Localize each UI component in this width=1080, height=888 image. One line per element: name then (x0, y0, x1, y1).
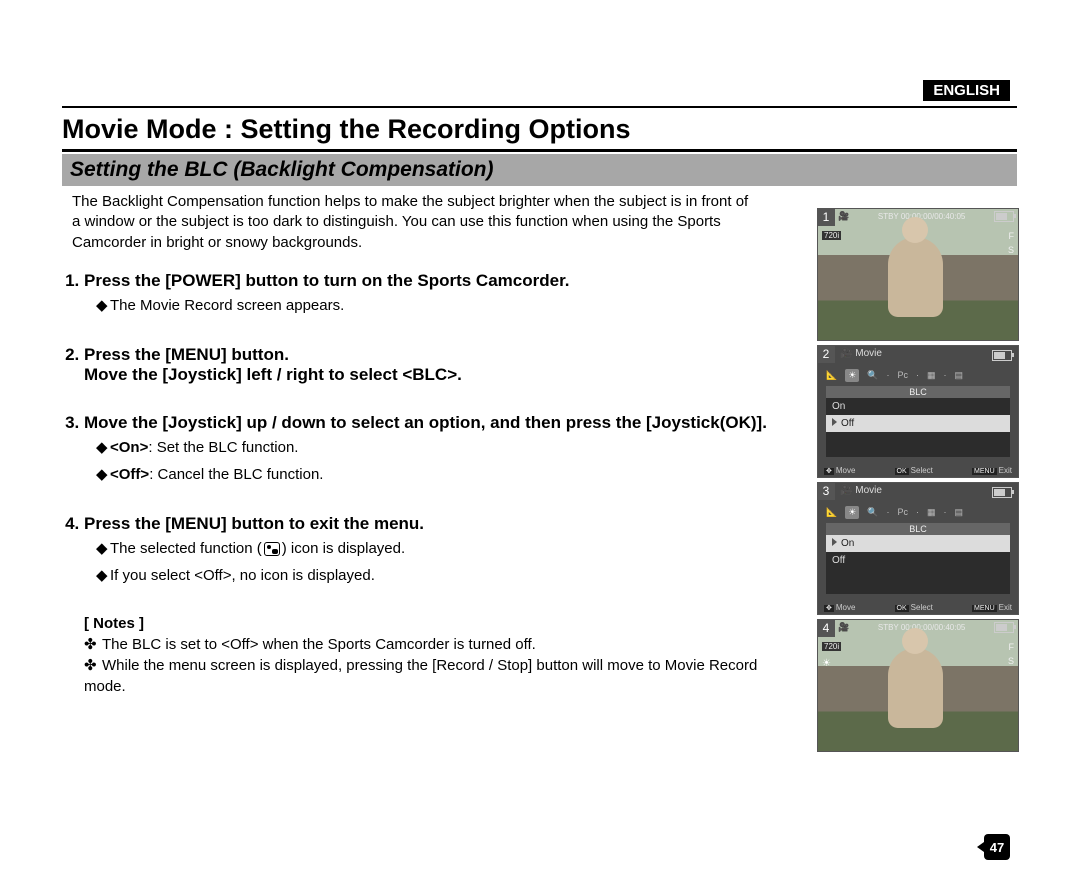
step-3-on: <On> (110, 439, 148, 456)
menu-option-off-selected: Off (826, 415, 1010, 432)
foot-move: Move (836, 603, 856, 612)
foot-move: Move (836, 466, 856, 475)
menu-section: BLC (826, 523, 1010, 535)
side-icon-f: F (1008, 229, 1014, 243)
side-icon-s: S (1008, 654, 1014, 668)
step-3-head: Move the [Joystick] up / down to select … (84, 413, 767, 432)
step-3-off-desc: : Cancel the BLC function. (149, 466, 323, 483)
foot-select: Select (911, 603, 933, 612)
shot-number: 4 (817, 619, 835, 637)
page-number: 47 (984, 834, 1010, 860)
menu-icon-row: 📐☀🔍·Pc·▦·▤ (826, 366, 1010, 384)
menu-icon-row: 📐☀🔍·Pc·▦·▤ (826, 503, 1010, 521)
note-2: While the menu screen is displayed, pres… (84, 657, 757, 695)
step-4-sub2: If you select <Off>, no icon is displaye… (110, 567, 375, 584)
step-2: Press the [MENU] button. Move the [Joyst… (84, 345, 774, 385)
screenshot-1: 1 🎥 STBY 00:00:00/00:40:05 720i F S (817, 208, 1019, 341)
side-icon-s: S (1008, 243, 1014, 257)
screenshot-4: 4 🎥 STBY 00:00:00/00:40:05 720i ☀ F S (817, 619, 1019, 752)
blc-menu-icon: ☀ (845, 369, 859, 382)
subject-illustration (888, 237, 943, 317)
battery-icon (994, 622, 1014, 633)
step-2-head-a: Press the [MENU] button. (84, 345, 289, 364)
page-title: Movie Mode : Setting the Recording Optio… (62, 114, 1017, 145)
step-4-sub1a: The selected function ( (110, 540, 262, 557)
resolution-badge: 720i (822, 231, 841, 240)
foot-exit: Exit (999, 603, 1012, 612)
menu-option-on-selected: On (826, 535, 1010, 552)
step-3-on-desc: : Set the BLC function. (148, 439, 298, 456)
battery-icon (994, 211, 1014, 222)
screenshot-2: 2 🎥 Movie 📐☀🔍·Pc·▦·▤ BLC On Off ✥Move OK… (817, 345, 1019, 478)
step-1: Press the [POWER] button to turn on the … (84, 271, 774, 318)
shot-number: 3 (817, 482, 835, 500)
blc-on-icon: ☀ (822, 658, 831, 669)
side-icon-f: F (1008, 640, 1014, 654)
battery-icon (992, 350, 1012, 361)
menu-title: Movie (855, 485, 882, 496)
blc-menu-icon: ☀ (845, 506, 859, 519)
subject-illustration (888, 648, 943, 728)
step-1-sub: The Movie Record screen appears. (110, 297, 344, 314)
step-4-sub1b: ) icon is displayed. (282, 540, 405, 557)
menu-title: Movie (855, 348, 882, 359)
resolution-badge: 720i (822, 642, 841, 651)
step-3-off: <Off> (110, 466, 149, 483)
step-1-head: Press the [POWER] button to turn on the … (84, 271, 569, 290)
foot-exit: Exit (999, 466, 1012, 475)
menu-option-on: On (826, 398, 1010, 415)
step-4-head: Press the [MENU] button to exit the menu… (84, 514, 424, 533)
step-3: Move the [Joystick] up / down to select … (84, 413, 774, 486)
blc-icon (264, 542, 280, 556)
shot-number: 1 (817, 208, 835, 226)
foot-select: Select (911, 466, 933, 475)
camera-icon: 🎥 (838, 622, 849, 633)
screenshot-column: 1 🎥 STBY 00:00:00/00:40:05 720i F S 2 🎥 … (817, 208, 1017, 756)
menu-section: BLC (826, 386, 1010, 398)
screenshot-3: 3 🎥 Movie 📐☀🔍·Pc·▦·▤ BLC On Off ✥Move OK… (817, 482, 1019, 615)
note-1: The BLC is set to <Off> when the Sports … (102, 636, 536, 653)
shot-number: 2 (817, 345, 835, 363)
battery-icon (992, 487, 1012, 498)
step-4: Press the [MENU] button to exit the menu… (84, 514, 774, 587)
step-2-head-b: Move the [Joystick] left / right to sele… (84, 365, 462, 384)
menu-option-off: Off (826, 552, 1010, 569)
camera-icon: 🎥 (838, 211, 849, 222)
section-subtitle: Setting the BLC (Backlight Compensation) (62, 154, 1017, 186)
intro-text: The Backlight Compensation function help… (72, 192, 752, 253)
